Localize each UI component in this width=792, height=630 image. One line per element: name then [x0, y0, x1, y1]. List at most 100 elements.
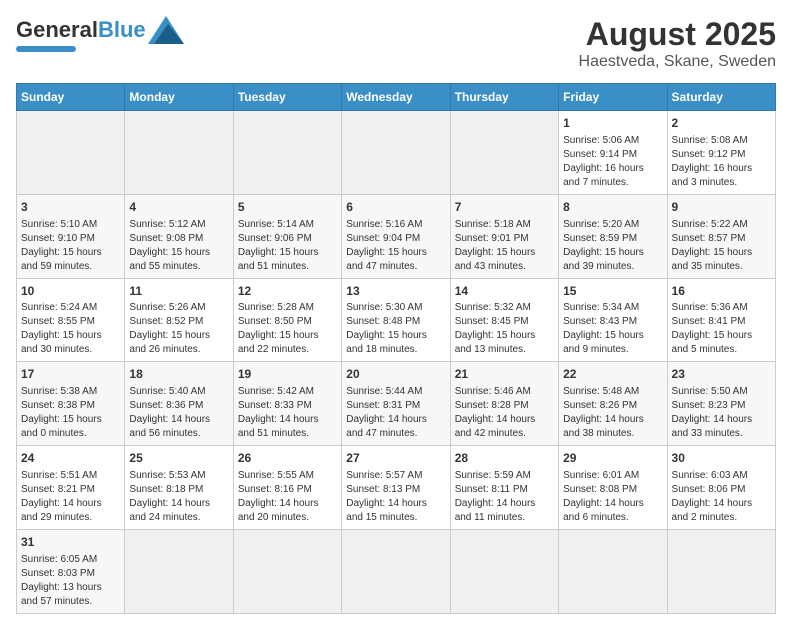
day-content: Sunrise: 5:26 AM Sunset: 8:52 PM Dayligh… [129, 301, 228, 357]
weekday-header-row: SundayMondayTuesdayWednesdayThursdayFrid… [17, 84, 776, 111]
calendar-cell: 12Sunrise: 5:28 AM Sunset: 8:50 PM Dayli… [233, 278, 341, 362]
calendar-cell: 13Sunrise: 5:30 AM Sunset: 8:48 PM Dayli… [342, 278, 450, 362]
day-number: 30 [672, 450, 771, 467]
calendar-cell: 16Sunrise: 5:36 AM Sunset: 8:41 PM Dayli… [667, 278, 775, 362]
calendar-cell: 5Sunrise: 5:14 AM Sunset: 9:06 PM Daylig… [233, 194, 341, 278]
day-number: 28 [455, 450, 554, 467]
calendar-cell [450, 111, 558, 195]
calendar-cell [17, 111, 125, 195]
day-content: Sunrise: 5:42 AM Sunset: 8:33 PM Dayligh… [238, 385, 337, 441]
calendar-cell: 1Sunrise: 5:06 AM Sunset: 9:14 PM Daylig… [559, 111, 667, 195]
calendar-cell: 15Sunrise: 5:34 AM Sunset: 8:43 PM Dayli… [559, 278, 667, 362]
day-content: Sunrise: 6:03 AM Sunset: 8:06 PM Dayligh… [672, 469, 771, 525]
calendar-cell: 4 Sunrise: 5:12 AM Sunset: 9:08 PM Daylig… [125, 194, 233, 278]
calendar-cell: 26Sunrise: 5:55 AM Sunset: 8:16 PM Dayli… [233, 446, 341, 530]
day-content: Sunrise: 5:55 AM Sunset: 8:16 PM Dayligh… [238, 469, 337, 525]
logo-blue: Blue [98, 17, 146, 42]
day-content: Sunrise: 5:51 AM Sunset: 8:21 PM Dayligh… [21, 469, 120, 525]
calendar-cell [342, 529, 450, 613]
day-number: 6 [346, 199, 445, 216]
day-content: Sunrise: 5:40 AM Sunset: 8:36 PM Dayligh… [129, 385, 228, 441]
calendar-cell: 14Sunrise: 5:32 AM Sunset: 8:45 PM Dayli… [450, 278, 558, 362]
calendar-cell: 21 Sunrise: 5:46 AM Sunset: 8:28 PM Dayli… [450, 362, 558, 446]
calendar-week-6: 31 Sunrise: 6:05 AM Sunset: 8:03 PM Dayli… [17, 529, 776, 613]
calendar-cell: 30 Sunrise: 6:03 AM Sunset: 8:06 PM Dayli… [667, 446, 775, 530]
day-number: 24 [21, 450, 120, 467]
day-content: Sunrise: 5:16 AM Sunset: 9:04 PM Dayligh… [346, 218, 445, 274]
day-number: 23 [672, 366, 771, 383]
day-number: 8 [563, 199, 662, 216]
weekday-header-monday: Monday [125, 84, 233, 111]
day-content: Sunrise: 5:36 AM Sunset: 8:41 PM Dayligh… [672, 301, 771, 357]
calendar-week-2: 3Sunrise: 5:10 AM Sunset: 9:10 PM Daylig… [17, 194, 776, 278]
day-number: 18 [129, 366, 228, 383]
day-number: 3 [21, 199, 120, 216]
logo-text: GeneralBlue [16, 19, 146, 41]
calendar-cell [559, 529, 667, 613]
day-content: Sunrise: 5:20 AM Sunset: 8:59 PM Dayligh… [563, 218, 662, 274]
day-content: Sunrise: 5:57 AM Sunset: 8:13 PM Dayligh… [346, 469, 445, 525]
calendar-cell [125, 111, 233, 195]
calendar-subtitle: Haestveda, Skane, Sweden [579, 53, 776, 71]
calendar-cell: 25Sunrise: 5:53 AM Sunset: 8:18 PM Dayli… [125, 446, 233, 530]
calendar-cell: 23 Sunrise: 5:50 AM Sunset: 8:23 PM Dayli… [667, 362, 775, 446]
calendar-cell: 10Sunrise: 5:24 AM Sunset: 8:55 PM Dayli… [17, 278, 125, 362]
calendar-week-3: 10Sunrise: 5:24 AM Sunset: 8:55 PM Dayli… [17, 278, 776, 362]
weekday-header-tuesday: Tuesday [233, 84, 341, 111]
day-number: 4 [129, 199, 228, 216]
calendar-cell: 9 Sunrise: 5:22 AM Sunset: 8:57 PM Daylig… [667, 194, 775, 278]
title-block: August 2025 Haestveda, Skane, Sweden [579, 16, 776, 71]
day-content: Sunrise: 5:46 AM Sunset: 8:28 PM Dayligh… [455, 385, 554, 441]
calendar-cell: 17 Sunrise: 5:38 AM Sunset: 8:38 PM Dayli… [17, 362, 125, 446]
calendar-cell: 29Sunrise: 6:01 AM Sunset: 8:08 PM Dayli… [559, 446, 667, 530]
day-number: 31 [21, 534, 120, 551]
day-number: 27 [346, 450, 445, 467]
calendar-body: 1Sunrise: 5:06 AM Sunset: 9:14 PM Daylig… [17, 111, 776, 614]
logo-icon [148, 16, 184, 44]
day-number: 5 [238, 199, 337, 216]
day-number: 7 [455, 199, 554, 216]
day-content: Sunrise: 5:18 AM Sunset: 9:01 PM Dayligh… [455, 218, 554, 274]
day-number: 9 [672, 199, 771, 216]
calendar-cell [450, 529, 558, 613]
page-header: GeneralBlue August 2025 Haestveda, Skane… [16, 16, 776, 71]
calendar-cell: 31 Sunrise: 6:05 AM Sunset: 8:03 PM Dayli… [17, 529, 125, 613]
day-content: Sunrise: 5:22 AM Sunset: 8:57 PM Dayligh… [672, 218, 771, 274]
calendar-week-4: 17 Sunrise: 5:38 AM Sunset: 8:38 PM Dayli… [17, 362, 776, 446]
day-content: Sunrise: 5:12 AM Sunset: 9:08 PM Dayligh… [129, 218, 228, 274]
day-content: Sunrise: 5:48 AM Sunset: 8:26 PM Dayligh… [563, 385, 662, 441]
day-number: 21 [455, 366, 554, 383]
day-content: Sunrise: 5:30 AM Sunset: 8:48 PM Dayligh… [346, 301, 445, 357]
calendar-cell: 28 Sunrise: 5:59 AM Sunset: 8:11 PM Dayli… [450, 446, 558, 530]
calendar-week-5: 24 Sunrise: 5:51 AM Sunset: 8:21 PM Dayli… [17, 446, 776, 530]
calendar-cell: 3Sunrise: 5:10 AM Sunset: 9:10 PM Daylig… [17, 194, 125, 278]
day-number: 12 [238, 283, 337, 300]
calendar-cell [125, 529, 233, 613]
day-number: 25 [129, 450, 228, 467]
day-content: Sunrise: 5:28 AM Sunset: 8:50 PM Dayligh… [238, 301, 337, 357]
day-number: 22 [563, 366, 662, 383]
day-content: Sunrise: 5:59 AM Sunset: 8:11 PM Dayligh… [455, 469, 554, 525]
day-content: Sunrise: 6:05 AM Sunset: 8:03 PM Dayligh… [21, 553, 120, 609]
calendar-cell: 18 Sunrise: 5:40 AM Sunset: 8:36 PM Dayli… [125, 362, 233, 446]
logo: GeneralBlue [16, 16, 184, 52]
day-content: Sunrise: 5:06 AM Sunset: 9:14 PM Dayligh… [563, 134, 662, 190]
calendar-title: August 2025 [579, 16, 776, 53]
day-number: 15 [563, 283, 662, 300]
day-number: 29 [563, 450, 662, 467]
day-number: 19 [238, 366, 337, 383]
calendar-week-1: 1Sunrise: 5:06 AM Sunset: 9:14 PM Daylig… [17, 111, 776, 195]
calendar-header: SundayMondayTuesdayWednesdayThursdayFrid… [17, 84, 776, 111]
calendar-cell: 19 Sunrise: 5:42 AM Sunset: 8:33 PM Dayli… [233, 362, 341, 446]
weekday-header-sunday: Sunday [17, 84, 125, 111]
calendar-cell: 7 Sunrise: 5:18 AM Sunset: 9:01 PM Daylig… [450, 194, 558, 278]
day-content: Sunrise: 5:50 AM Sunset: 8:23 PM Dayligh… [672, 385, 771, 441]
day-content: Sunrise: 5:38 AM Sunset: 8:38 PM Dayligh… [21, 385, 120, 441]
day-number: 17 [21, 366, 120, 383]
calendar-cell: 27 Sunrise: 5:57 AM Sunset: 8:13 PM Dayli… [342, 446, 450, 530]
calendar-cell [667, 529, 775, 613]
day-content: Sunrise: 5:32 AM Sunset: 8:45 PM Dayligh… [455, 301, 554, 357]
weekday-header-wednesday: Wednesday [342, 84, 450, 111]
calendar-cell: 20Sunrise: 5:44 AM Sunset: 8:31 PM Dayli… [342, 362, 450, 446]
logo-bar [16, 46, 76, 52]
